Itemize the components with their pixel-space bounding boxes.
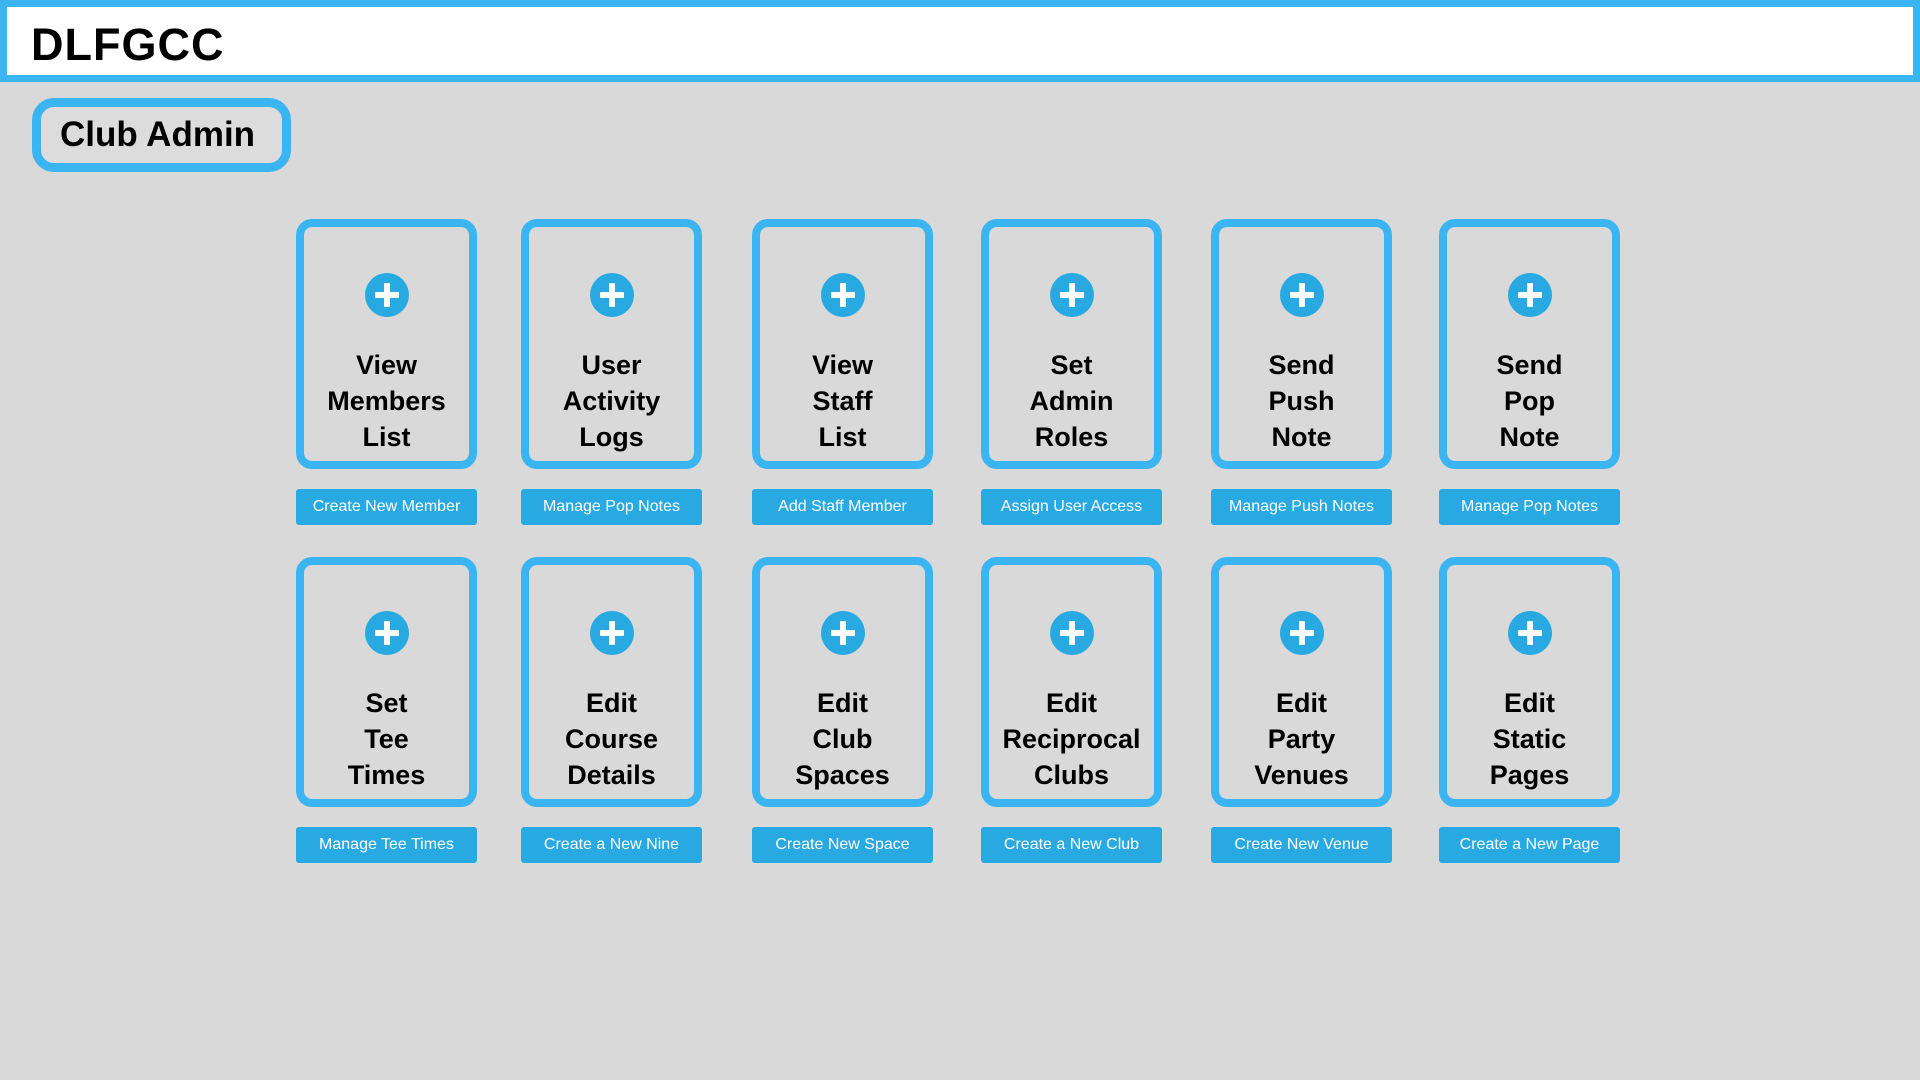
tile-label: Edit Reciprocal Clubs xyxy=(1002,688,1141,790)
plus-circle-icon xyxy=(364,611,409,655)
plus-circle-icon xyxy=(1279,611,1324,655)
tile-label: Send Push Note xyxy=(1268,350,1335,452)
tile-set-admin-roles[interactable]: Set Admin Roles xyxy=(981,219,1162,469)
tile-label: Edit Course Details xyxy=(564,688,659,790)
tile-edit-course-details[interactable]: Edit Course Details xyxy=(521,557,702,807)
tile-edit-reciprocal-clubs[interactable]: Edit Reciprocal Clubs xyxy=(981,557,1162,807)
tile-view-members-list[interactable]: View Members List xyxy=(296,219,477,469)
tile-edit-club-spaces[interactable]: Edit Club Spaces xyxy=(752,557,933,807)
tile-send-pop-note[interactable]: Send Pop Note xyxy=(1439,219,1620,469)
app-header: DLFGCC xyxy=(0,0,1920,82)
plus-circle-icon xyxy=(1049,273,1094,317)
tile-label: Set Tee Times xyxy=(347,688,426,790)
action-button-send-pop-note[interactable]: Manage Pop Notes xyxy=(1439,489,1620,525)
tile-label: View Members List xyxy=(327,350,446,452)
tile-label: User Activity Logs xyxy=(562,350,661,452)
brand-title: DLFGCC xyxy=(31,19,225,70)
tile-label: Send Pop Note xyxy=(1496,350,1563,452)
plus-circle-icon xyxy=(1507,611,1552,655)
tile-label: View Staff List xyxy=(811,350,874,452)
tile-user-activity-logs[interactable]: User Activity Logs xyxy=(521,219,702,469)
section-title: Club Admin xyxy=(32,98,291,172)
action-button-edit-party-venues[interactable]: Create New Venue xyxy=(1211,827,1392,863)
tile-set-tee-times[interactable]: Set Tee Times xyxy=(296,557,477,807)
action-button-send-push-note[interactable]: Manage Push Notes xyxy=(1211,489,1392,525)
plus-circle-icon xyxy=(364,273,409,317)
plus-circle-icon xyxy=(820,611,865,655)
action-button-edit-reciprocal-clubs[interactable]: Create a New Club xyxy=(981,827,1162,863)
action-button-edit-static-pages[interactable]: Create a New Page xyxy=(1439,827,1620,863)
action-button-edit-club-spaces[interactable]: Create New Space xyxy=(752,827,933,863)
action-button-user-activity-logs[interactable]: Manage Pop Notes xyxy=(521,489,702,525)
plus-circle-icon xyxy=(589,273,634,317)
plus-circle-icon xyxy=(1049,611,1094,655)
tile-send-push-note[interactable]: Send Push Note xyxy=(1211,219,1392,469)
plus-circle-icon xyxy=(1279,273,1324,317)
tile-edit-party-venues[interactable]: Edit Party Venues xyxy=(1211,557,1392,807)
action-button-view-members-list[interactable]: Create New Member xyxy=(296,489,477,525)
action-button-edit-course-details[interactable]: Create a New Nine xyxy=(521,827,702,863)
tile-edit-static-pages[interactable]: Edit Static Pages xyxy=(1439,557,1620,807)
tile-label: Edit Club Spaces xyxy=(795,688,890,790)
plus-circle-icon xyxy=(589,611,634,655)
tile-view-staff-list[interactable]: View Staff List xyxy=(752,219,933,469)
plus-circle-icon xyxy=(1507,273,1552,317)
tile-label: Edit Party Venues xyxy=(1254,688,1349,790)
plus-circle-icon xyxy=(820,273,865,317)
action-button-set-tee-times[interactable]: Manage Tee Times xyxy=(296,827,477,863)
action-button-set-admin-roles[interactable]: Assign User Access xyxy=(981,489,1162,525)
tile-label: Edit Static Pages xyxy=(1489,688,1570,790)
tile-label: Set Admin Roles xyxy=(1029,350,1114,452)
action-button-view-staff-list[interactable]: Add Staff Member xyxy=(752,489,933,525)
